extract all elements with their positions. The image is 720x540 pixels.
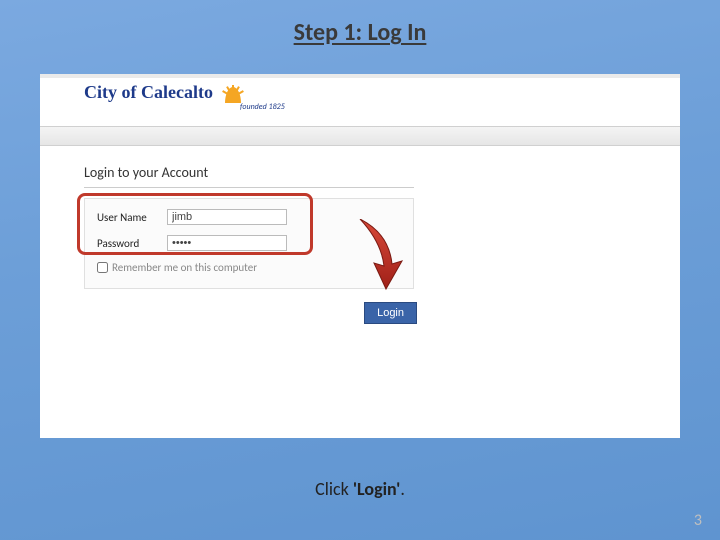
username-label: User Name [97, 211, 167, 224]
login-form: User Name Password Remember me on this c… [84, 198, 414, 289]
password-row: Password [97, 235, 401, 251]
screenshot-panel: City of Calecalto founded 1825 Login to … [40, 74, 680, 438]
sun-icon [219, 83, 247, 103]
username-input[interactable] [167, 209, 287, 225]
password-input[interactable] [167, 235, 287, 251]
caption-prefix: Click [315, 478, 353, 500]
login-button[interactable]: Login [364, 302, 417, 324]
remember-row: Remember me on this computer [97, 261, 401, 274]
slide-caption: Click 'Login'. [0, 478, 720, 500]
top-strip [40, 74, 680, 78]
username-row: User Name [97, 209, 401, 225]
password-label: Password [97, 237, 167, 250]
login-heading: Login to your Account [84, 164, 414, 188]
brand-founded: founded 1825 [240, 102, 285, 112]
nav-band [40, 126, 680, 146]
caption-bold: 'Login' [353, 478, 400, 500]
slide: Step 1: Log In City of Calecalto founded… [0, 0, 720, 540]
brand-row: City of Calecalto [84, 82, 247, 103]
brand-name: City of Calecalto [84, 82, 213, 103]
slide-title: Step 1: Log In [0, 18, 720, 47]
remember-label: Remember me on this computer [112, 261, 257, 274]
page-number: 3 [694, 511, 702, 530]
login-panel: Login to your Account User Name Password… [84, 164, 414, 289]
remember-checkbox[interactable] [97, 262, 108, 273]
caption-suffix: . [400, 478, 405, 500]
